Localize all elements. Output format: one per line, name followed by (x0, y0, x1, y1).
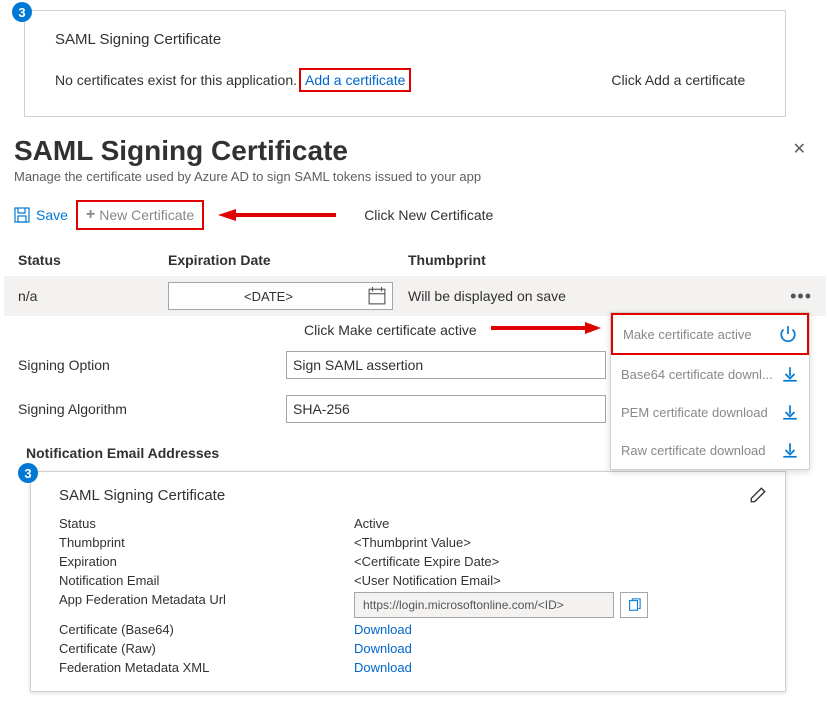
download-base64-link[interactable]: Download (354, 622, 412, 637)
metadata-url-key: App Federation Metadata Url (59, 592, 354, 618)
thumbprint-key: Thumbprint (59, 535, 354, 550)
menu-base64-download[interactable]: Base64 certificate downl... (611, 355, 809, 393)
col-expiration: Expiration Date (168, 252, 408, 268)
thumbprint-value: Will be displayed on save (408, 288, 772, 304)
plus-icon: + (86, 206, 95, 224)
metadata-url-field[interactable]: https://login.microsoftonline.com/<ID> (354, 592, 614, 618)
no-cert-message: No certificates exist for this applicati… (55, 72, 297, 88)
mid-instruction-row: Click Make certificate active Make certi… (4, 316, 826, 343)
signing-option-select[interactable]: Sign SAML assertion (286, 351, 606, 379)
new-cert-label: New Certificate (99, 207, 194, 223)
expiration-key: Expiration (59, 554, 354, 569)
cert-raw-key: Certificate (Raw) (59, 641, 354, 656)
page-subtitle: Manage the certificate used by Azure AD … (14, 169, 826, 184)
col-thumbprint: Thumbprint (408, 252, 772, 268)
save-label: Save (36, 207, 68, 223)
col-status: Status (18, 252, 168, 268)
copy-icon (627, 598, 641, 612)
menu-make-active[interactable]: Make certificate active (611, 313, 809, 355)
menu-pem-download[interactable]: PEM certificate download (611, 393, 809, 431)
download-icon (781, 441, 799, 459)
power-icon (779, 325, 797, 343)
calendar-icon (368, 287, 386, 305)
menu-raw-download[interactable]: Raw certificate download (611, 431, 809, 469)
expiration-value: <Certificate Expire Date> (354, 554, 499, 569)
step-badge: 3 (18, 463, 38, 483)
instruction-text: Click Make certificate active (304, 322, 477, 338)
details-panel: 3 SAML Signing Certificate StatusActive … (30, 471, 786, 692)
thumbprint-value: <Thumbprint Value> (354, 535, 471, 550)
signing-algorithm-label: Signing Algorithm (18, 401, 286, 417)
federation-xml-key: Federation Metadata XML (59, 660, 354, 675)
step3-panel: 3 SAML Signing Certificate No certificat… (24, 10, 786, 117)
download-xml-link[interactable]: Download (354, 660, 412, 675)
toolbar: Save + New Certificate Click New Certifi… (4, 196, 826, 240)
details-title: SAML Signing Certificate (59, 487, 225, 504)
page-title: SAML Signing Certificate (14, 135, 826, 167)
instruction-text: Click New Certificate (364, 207, 493, 223)
certificate-context-menu: Make certificate active Base64 certifica… (610, 312, 810, 470)
expiration-date-input[interactable]: <DATE> (168, 282, 393, 310)
status-key: Status (59, 516, 354, 531)
edit-button[interactable] (749, 486, 767, 504)
status-value: Active (354, 516, 389, 531)
date-value: <DATE> (169, 289, 368, 304)
close-button[interactable]: ✕ (793, 139, 806, 159)
download-icon (781, 365, 799, 383)
new-certificate-button[interactable]: + New Certificate (76, 200, 204, 230)
cert-base64-key: Certificate (Base64) (59, 622, 354, 637)
step-badge: 3 (12, 2, 32, 22)
signing-algorithm-select[interactable]: SHA-256 (286, 395, 606, 423)
signing-option-label: Signing Option (18, 357, 286, 373)
table-row: n/a <DATE> Will be displayed on save ••• (4, 276, 826, 316)
save-button[interactable]: Save (14, 207, 68, 223)
status-value: n/a (18, 288, 168, 304)
add-certificate-link[interactable]: Add a certificate (299, 68, 411, 92)
notification-value: <User Notification Email> (354, 573, 501, 588)
save-icon (14, 207, 30, 223)
step3-card: SAML Signing Certificate No certificates… (24, 10, 786, 117)
arrow-annotation (491, 320, 601, 339)
panel-heading: SAML Signing Certificate ✕ (4, 135, 826, 167)
arrow-annotation (218, 207, 338, 223)
notification-key: Notification Email (59, 573, 354, 588)
row-actions-button[interactable]: ••• (772, 286, 812, 307)
download-icon (781, 403, 799, 421)
card-title: SAML Signing Certificate (55, 31, 755, 48)
download-raw-link[interactable]: Download (354, 641, 412, 656)
copy-button[interactable] (620, 592, 648, 618)
instruction-text: Click Add a certificate (611, 72, 745, 88)
details-card: SAML Signing Certificate StatusActive Th… (30, 471, 786, 692)
table-header: Status Expiration Date Thumbprint (4, 240, 826, 276)
